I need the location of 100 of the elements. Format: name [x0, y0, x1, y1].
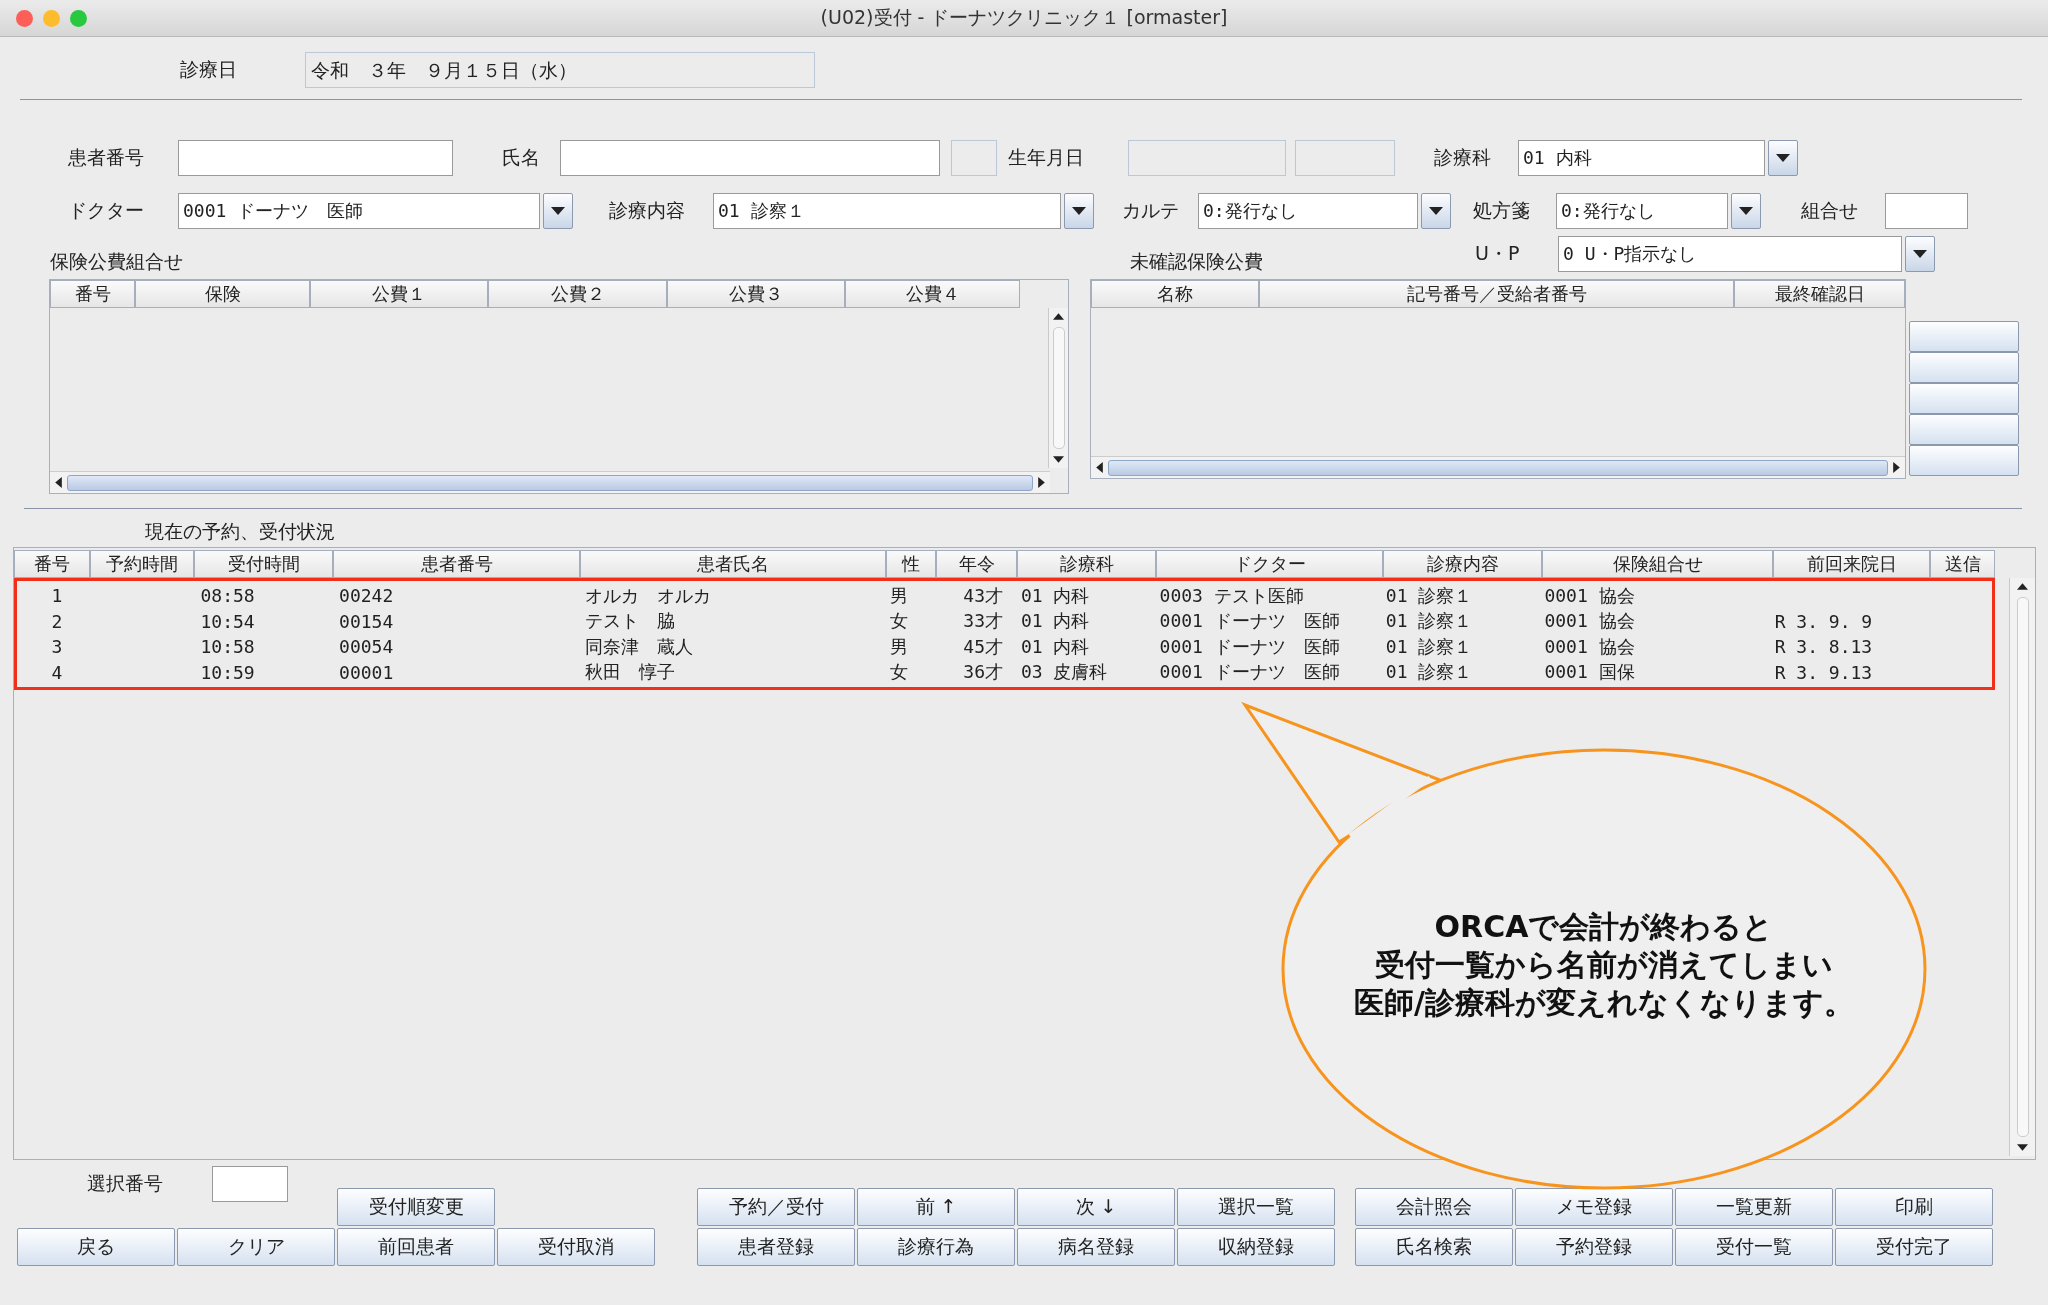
action-button[interactable]: 受付順変更	[337, 1188, 495, 1226]
horizontal-scrollbar[interactable]	[50, 471, 1050, 493]
table-cell: 36才	[963, 661, 1003, 683]
column-header: 番号	[50, 280, 135, 308]
scroll-right-icon[interactable]	[1038, 477, 1045, 488]
column-header: 公費４	[845, 280, 1020, 308]
scroll-down-icon[interactable]	[1053, 456, 1064, 463]
table-cell: 同奈津 蔵人	[585, 635, 694, 657]
table-cell: 00054	[339, 636, 394, 658]
column-header: 送信	[1930, 550, 1995, 578]
table-cell: 01 診察１	[1385, 635, 1473, 657]
table-cell: 01 診察１	[1385, 584, 1473, 606]
scroll-up-icon[interactable]	[2017, 583, 2028, 590]
dropdown-button[interactable]	[1768, 140, 1798, 176]
dropdown-button[interactable]	[1064, 193, 1094, 229]
caret-icon	[1429, 207, 1443, 215]
dropdown-field[interactable]: 01 内科	[1518, 140, 1765, 176]
field-label: 患者番号	[68, 145, 145, 170]
action-button[interactable]: メモ登録	[1515, 1188, 1673, 1226]
action-button[interactable]: クリア	[177, 1228, 335, 1266]
input-field[interactable]	[212, 1166, 288, 1202]
blank-button[interactable]	[1909, 321, 2019, 352]
input-field[interactable]	[560, 140, 940, 176]
dropdown-button[interactable]	[543, 193, 573, 229]
table-cell: R 3. 9. 9	[1774, 610, 1873, 632]
action-button[interactable]: 病名登録	[1017, 1228, 1175, 1266]
column-header: 患者氏名	[580, 550, 886, 578]
action-button[interactable]: 診療行為	[857, 1228, 1015, 1266]
table-cell: 2	[51, 610, 63, 632]
table-cell: 01 診察１	[1385, 661, 1473, 683]
field-label: 診療日	[180, 57, 238, 82]
column-header: 番号	[14, 550, 90, 578]
scroll-down-icon[interactable]	[2017, 1144, 2028, 1151]
table-cell: 00242	[339, 585, 394, 607]
input-field[interactable]	[1885, 193, 1968, 229]
action-button[interactable]: 次 ↓	[1017, 1188, 1175, 1226]
field-label: ドクター	[68, 198, 145, 223]
action-button[interactable]: 前回患者	[337, 1228, 495, 1266]
dropdown-button[interactable]	[1905, 236, 1935, 272]
table-cell: R 3. 9.13	[1774, 661, 1873, 683]
table-cell: 男	[890, 584, 909, 606]
dropdown-field[interactable]: 0001 ドーナツ 医師	[178, 193, 540, 229]
action-button[interactable]: 印刷	[1835, 1188, 1993, 1226]
field-label: カルテ	[1122, 198, 1180, 223]
dropdown-field[interactable]: 01 診察１	[713, 193, 1061, 229]
table-cell: 0001 協会	[1544, 610, 1635, 632]
action-button[interactable]: 受付一覧	[1675, 1228, 1833, 1266]
caret-icon	[1739, 207, 1753, 215]
input-field	[951, 140, 997, 176]
action-button[interactable]: 戻る	[17, 1228, 175, 1266]
blank-button[interactable]	[1909, 383, 2019, 414]
column-header: 診療内容	[1383, 550, 1542, 578]
action-button[interactable]: 一覧更新	[1675, 1188, 1833, 1226]
table-cell: 秋田 惇子	[585, 661, 676, 683]
vertical-scrollbar[interactable]	[1048, 308, 1068, 468]
action-button[interactable]: 氏名検索	[1355, 1228, 1513, 1266]
dropdown-field[interactable]: 0 U・P指示なし	[1558, 236, 1902, 272]
action-button[interactable]: 収納登録	[1177, 1228, 1335, 1266]
table-cell: 0001 ドーナツ 医師	[1159, 661, 1340, 683]
field-label: 診療科	[1434, 145, 1492, 170]
column-header: 前回来院日	[1773, 550, 1930, 578]
table-cell: R 3. 8.13	[1774, 636, 1873, 658]
action-button[interactable]: 予約／受付	[697, 1188, 855, 1226]
action-button[interactable]: 選択一覧	[1177, 1188, 1335, 1226]
field-label: U・P	[1475, 241, 1521, 266]
horizontal-scrollbar[interactable]	[1091, 456, 1905, 478]
window-title: (U02)受付 - ドーナツクリニック１ [ormaster]	[820, 5, 1228, 30]
table-cell: 0003 テスト医師	[1159, 584, 1304, 606]
action-button[interactable]: 会計照会	[1355, 1188, 1513, 1226]
action-button[interactable]: 予約登録	[1515, 1228, 1673, 1266]
action-button[interactable]: 患者登録	[697, 1228, 855, 1266]
scroll-right-icon[interactable]	[1893, 462, 1900, 473]
column-header: 公費１	[310, 280, 488, 308]
callout-text: ORCAで会計が終わると 受付一覧から名前が消えてしまい 医師/診療科が変えれなくなります。	[1353, 908, 1855, 1022]
date-field: 令和 ３年 ９月１５日（水）	[305, 52, 815, 88]
blank-button[interactable]	[1909, 414, 2019, 445]
scroll-up-icon[interactable]	[1053, 313, 1064, 320]
vertical-scrollbar[interactable]	[2009, 578, 2035, 1156]
field-label: 氏名	[502, 145, 541, 170]
dropdown-field[interactable]: 0:発行なし	[1556, 193, 1728, 229]
blank-button[interactable]	[1909, 445, 2019, 476]
section-title: 保険公費組合せ	[50, 249, 184, 274]
dropdown-field[interactable]: 0:発行なし	[1198, 193, 1418, 229]
dropdown-button[interactable]	[1421, 193, 1451, 229]
table-cell: 10:58	[200, 636, 255, 658]
blank-button[interactable]	[1909, 352, 2019, 383]
action-button[interactable]: 前 ↑	[857, 1188, 1015, 1226]
scroll-left-icon[interactable]	[55, 477, 62, 488]
caret-icon	[1776, 154, 1790, 162]
column-header: 受付時間	[194, 550, 333, 578]
dropdown-button[interactable]	[1731, 193, 1761, 229]
input-field[interactable]	[178, 140, 453, 176]
scroll-left-icon[interactable]	[1096, 462, 1103, 473]
field-label: 処方箋	[1473, 198, 1531, 223]
action-button[interactable]: 受付完了	[1835, 1228, 1993, 1266]
action-button[interactable]: 受付取消	[497, 1228, 655, 1266]
table-cell: 0001 国保	[1544, 661, 1635, 683]
table-cell: 01 診察１	[1385, 610, 1473, 632]
table-cell: 3	[51, 636, 63, 658]
column-header: 最終確認日	[1734, 280, 1905, 308]
